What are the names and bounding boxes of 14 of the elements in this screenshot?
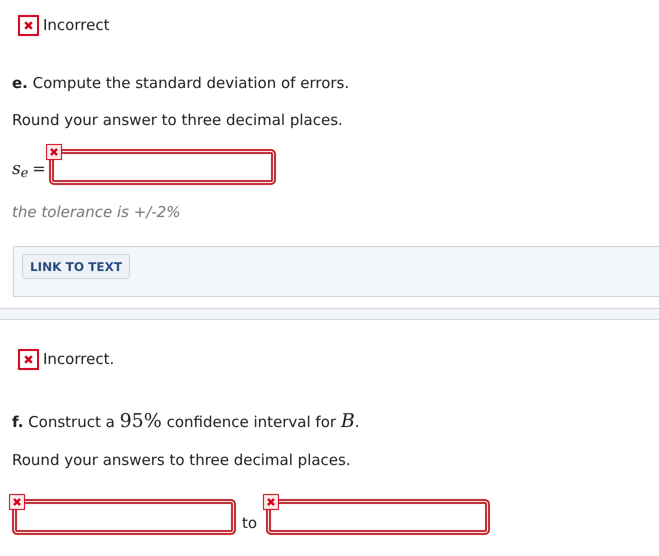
- question-text: f. Construct a 95% confidence interval for B.: [12, 408, 361, 434]
- tolerance-text: the tolerance is +/-2%: [12, 202, 182, 222]
- equals-sign: =: [32, 158, 46, 180]
- feedback-text: Incorrect.: [43, 349, 114, 370]
- answer-field[interactable]: [12, 498, 236, 534]
- separator-text: to: [242, 513, 258, 534]
- instruction-text: Round your answers to three decimal places.: [12, 450, 352, 471]
- question-text: e. Compute the standard deviation of errors.: [12, 72, 350, 94]
- instruction-text: Round your answer to three decimal places.: [12, 110, 344, 131]
- link-to-text-button[interactable]: LINK TO TEXT: [22, 254, 130, 279]
- answer-field[interactable]: [48, 148, 276, 184]
- feedback-text: Incorrect: [43, 15, 110, 36]
- math-label: s$_{e}$: [12, 158, 28, 182]
- answer-field[interactable]: [266, 498, 490, 534]
